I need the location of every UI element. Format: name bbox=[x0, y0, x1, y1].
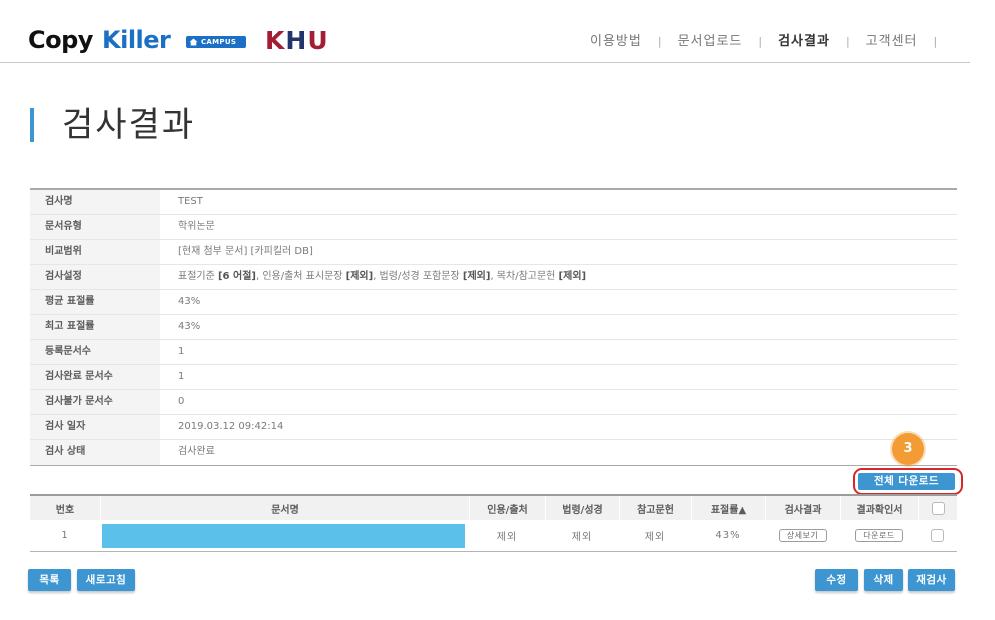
summary-value: 43% bbox=[178, 321, 201, 332]
summary-row-check-status: 검사 상태 검사완료 bbox=[30, 440, 957, 465]
summary-row-document-type: 문서유형 학위논문 bbox=[30, 215, 957, 240]
result-summary-table: 검사명 TEST 문서유형 학위논문 비교범위 [현재 첨부 문서] [카피킬러… bbox=[30, 188, 957, 466]
summary-value: 2019.03.12 09:42:14 bbox=[178, 421, 284, 432]
house-icon bbox=[189, 38, 198, 46]
step-number-badge: 3 bbox=[892, 433, 924, 465]
certificate-cell: 다운로드 bbox=[840, 520, 918, 551]
download-certificate-button[interactable]: 다운로드 bbox=[855, 529, 903, 542]
setting-value: [제외] bbox=[345, 271, 374, 282]
nav-item-customer-center[interactable]: 고객센터 bbox=[866, 33, 918, 51]
summary-row-check-name: 검사명 TEST bbox=[30, 190, 957, 215]
summary-value: 학위논문 bbox=[178, 221, 215, 232]
page-title: 검사결과 bbox=[62, 105, 196, 145]
summary-value: 0 bbox=[178, 396, 185, 407]
setting-text: , 인용/출처 표시문장 bbox=[255, 271, 346, 282]
nav-separator: | bbox=[657, 35, 662, 48]
summary-row-completed-count: 검사완료 문서수 1 bbox=[30, 365, 957, 390]
summary-row-average-rate: 평균 표절률 43% bbox=[30, 290, 957, 315]
reference-value: 제외 bbox=[644, 532, 666, 543]
header-divider bbox=[0, 62, 970, 63]
summary-label: 검사완료 문서수 bbox=[30, 365, 160, 389]
campus-badge-label: CAMPUS bbox=[201, 38, 237, 46]
summary-row-check-date: 검사 일자 2019.03.12 09:42:14 bbox=[30, 415, 957, 440]
summary-value: TEST bbox=[178, 196, 203, 207]
column-header-check-result: 검사결과 bbox=[765, 496, 840, 520]
setting-text: , 법령/성경 포함문장 bbox=[373, 271, 463, 282]
setting-value: [제외] bbox=[462, 271, 491, 282]
campus-badge: CAMPUS bbox=[186, 36, 246, 48]
nav-separator: | bbox=[933, 35, 938, 48]
plagiarism-rate-value: 43% bbox=[715, 530, 741, 541]
top-navigation: 이용방법 | 문서업로드 | 검사결과 | 고객센터 | bbox=[590, 33, 953, 51]
table-row: 1 제외 제외 제외 43% 상세보기 다운로드 bbox=[30, 520, 957, 551]
summary-label: 검사불가 문서수 bbox=[30, 390, 160, 414]
summary-row-comparison-scope: 비교범위 [현재 첨부 문서] [카피킬러 DB] bbox=[30, 240, 957, 265]
nav-item-document-upload[interactable]: 문서업로드 bbox=[678, 33, 743, 51]
logo-killer-text: Killer bbox=[102, 26, 171, 54]
column-header-plagiarism-rate[interactable]: 표절률▲ bbox=[691, 496, 765, 520]
select-all-checkbox[interactable] bbox=[931, 501, 945, 515]
view-details-button[interactable]: 상세보기 bbox=[778, 529, 827, 542]
column-header-document-name: 문서명 bbox=[100, 496, 469, 520]
summary-label: 검사설정 bbox=[30, 265, 160, 289]
summary-label: 문서유형 bbox=[30, 215, 160, 239]
copykiller-logo[interactable]: Copy Killer CAMPUS KHU bbox=[0, 0, 340, 60]
nav-item-check-results[interactable]: 검사결과 bbox=[778, 33, 830, 51]
select-all-cell bbox=[918, 496, 957, 520]
summary-label: 검사 일자 bbox=[30, 415, 160, 439]
citation-value: 제외 bbox=[496, 532, 518, 543]
summary-label: 비교범위 bbox=[30, 240, 160, 264]
refresh-button[interactable]: 새로고침 bbox=[77, 569, 135, 591]
column-header-number: 번호 bbox=[55, 504, 75, 516]
column-header-law: 법령/성경 bbox=[545, 496, 619, 520]
summary-row-failed-count: 검사불가 문서수 0 bbox=[30, 390, 957, 415]
summary-value: 검사완료 bbox=[178, 446, 215, 457]
summary-value: 1 bbox=[178, 371, 185, 382]
khu-logo-letter: U bbox=[307, 26, 329, 55]
summary-value: [현재 첨부 문서] [카피킬러 DB] bbox=[178, 246, 313, 257]
title-accent-bar bbox=[30, 108, 34, 142]
download-all-button[interactable]: 전체 다운로드 bbox=[858, 473, 955, 490]
logo-copy-text: Copy bbox=[28, 26, 93, 54]
summary-label: 최고 표절률 bbox=[30, 315, 160, 339]
setting-value: [6 어절] bbox=[217, 271, 256, 282]
recheck-button[interactable]: 재검사 bbox=[908, 569, 955, 591]
column-header-reference: 참고문헌 bbox=[619, 496, 691, 520]
khu-logo-letter: K bbox=[265, 26, 286, 55]
summary-row-max-rate: 최고 표절률 43% bbox=[30, 315, 957, 340]
setting-value: [제외] bbox=[558, 271, 587, 282]
summary-label: 검사 상태 bbox=[30, 440, 160, 465]
redacted-document-name bbox=[102, 524, 465, 548]
column-header-citation: 인용/출처 bbox=[469, 496, 545, 520]
list-button[interactable]: 목록 bbox=[28, 569, 71, 591]
results-table: 번호 문서명 인용/출처 법령/성경 참고문헌 표절률▲ 검사결과 결과확인서 … bbox=[30, 494, 957, 552]
results-header: 번호 문서명 인용/출처 법령/성경 참고문헌 표절률▲ 검사결과 결과확인서 bbox=[30, 496, 957, 520]
setting-text: , 목차/참고문헌 bbox=[490, 271, 559, 282]
nav-item-how-to-use[interactable]: 이용방법 bbox=[590, 33, 642, 51]
setting-text: 표절기준 bbox=[178, 271, 218, 282]
nav-separator: | bbox=[758, 35, 763, 48]
document-name-cell bbox=[100, 520, 469, 551]
check-result-cell: 상세보기 bbox=[765, 520, 840, 551]
nav-separator: | bbox=[845, 35, 850, 48]
edit-button[interactable]: 수정 bbox=[815, 569, 858, 591]
summary-label: 검사명 bbox=[30, 190, 160, 214]
khu-logo: KHU bbox=[265, 26, 329, 56]
summary-value: 1 bbox=[178, 346, 185, 357]
row-select-cell bbox=[918, 520, 957, 551]
law-value: 제외 bbox=[571, 532, 593, 543]
row-checkbox[interactable] bbox=[931, 529, 944, 542]
summary-label: 평균 표절률 bbox=[30, 290, 160, 314]
delete-button[interactable]: 삭제 bbox=[864, 569, 903, 591]
row-number: 1 bbox=[61, 530, 69, 541]
khu-logo-letter: H bbox=[285, 26, 308, 55]
summary-label: 등록문서수 bbox=[30, 340, 160, 364]
summary-row-check-settings: 검사설정 표절기준 [6 어절], 인용/출처 표시문장 [제외], 법령/성경… bbox=[30, 265, 957, 290]
summary-value: 43% bbox=[178, 296, 201, 307]
summary-value: 표절기준 [6 어절], 인용/출처 표시문장 [제외], 법령/성경 포함문장… bbox=[160, 265, 586, 289]
summary-row-registered-count: 등록문서수 1 bbox=[30, 340, 957, 365]
column-header-certificate: 결과확인서 bbox=[840, 496, 918, 520]
